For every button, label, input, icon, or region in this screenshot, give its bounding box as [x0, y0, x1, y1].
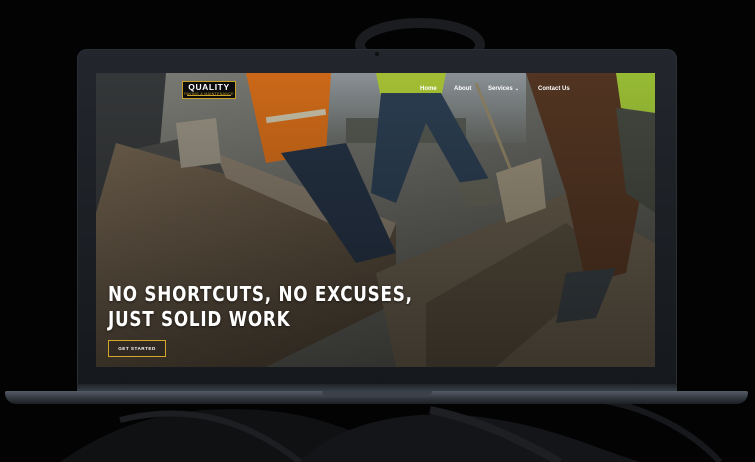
nav-link-services-label: Services	[488, 86, 513, 92]
nav-link-home[interactable]: Home	[420, 86, 437, 92]
nav-link-about[interactable]: About	[454, 86, 471, 92]
logo-underline	[187, 95, 231, 96]
hero-headline: NO SHORTCUTS, NO EXCUSES, JUST SOLID WORK	[108, 282, 413, 332]
nav-link-contact[interactable]: Contact Us	[538, 86, 570, 92]
nav-link-services[interactable]: Services ⌄	[488, 86, 519, 92]
hero-headline-line2: JUST SOLID WORK	[108, 307, 291, 331]
logo-text: QUALITY	[188, 82, 230, 92]
laptop-base	[5, 391, 748, 404]
hero-headline-line1: NO SHORTCUTS, NO EXCUSES,	[108, 282, 413, 306]
company-logo[interactable]: QUALITY PAVING & MAINTENANCE	[182, 81, 236, 99]
laptop-base-notch	[321, 391, 432, 396]
website-screen: QUALITY PAVING & MAINTENANCE Home About …	[96, 73, 655, 367]
get-started-button[interactable]: GET STARTED	[108, 340, 166, 357]
chevron-down-icon: ⌄	[514, 86, 519, 92]
top-navigation: QUALITY PAVING & MAINTENANCE Home About …	[96, 73, 655, 105]
webcam	[375, 52, 379, 56]
